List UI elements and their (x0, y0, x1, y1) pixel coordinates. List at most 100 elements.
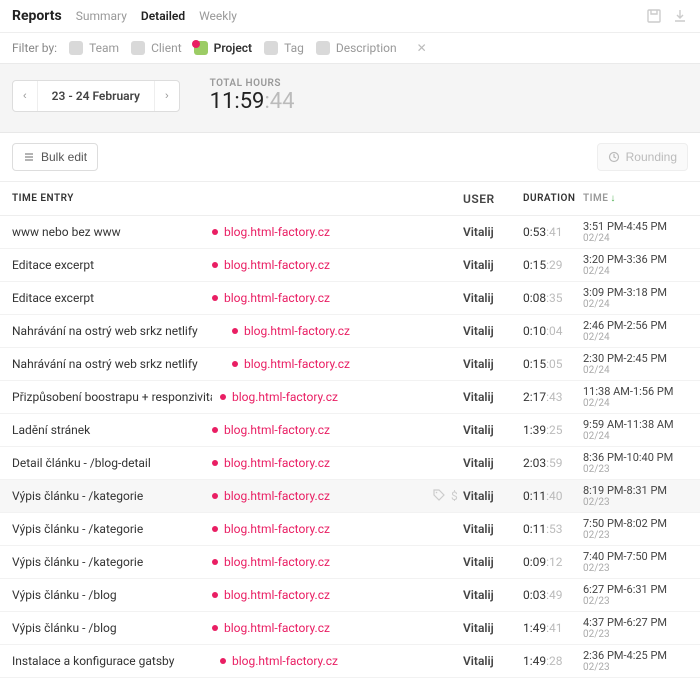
description-icon (316, 41, 330, 55)
entry-duration: 2:03:59 (523, 456, 583, 470)
bulk-edit-icon (23, 151, 35, 163)
table-row[interactable]: Výpis článku - /kategorieblog.html-facto… (0, 480, 700, 513)
entry-project[interactable]: blog.html-factory.cz (212, 291, 433, 305)
entry-time: 9:59 AM-11:38 AM02/24 (583, 418, 688, 442)
table-row[interactable]: Nahrávání na ostrý web srkz netlifyblog.… (0, 315, 700, 348)
entry-time: 2:46 PM-2:56 PM02/24 (583, 319, 688, 343)
entry-user: Vitalij (463, 654, 523, 668)
entry-project[interactable]: blog.html-factory.cz (212, 258, 433, 272)
entry-user: Vitalij (463, 357, 523, 371)
entry-project[interactable]: blog.html-factory.cz (212, 588, 433, 602)
project-color-dot (212, 262, 218, 268)
entry-duration: 2:17:43 (523, 390, 583, 404)
entry-user: Vitalij (463, 258, 523, 272)
entry-description: Ladění stránek (12, 423, 212, 437)
entry-project[interactable]: blog.html-factory.cz (212, 390, 433, 404)
project-color-dot (212, 460, 218, 466)
filter-badge-icon (192, 40, 200, 48)
entry-time: 3:09 PM-3:18 PM02/24 (583, 286, 688, 310)
entry-description: Detail článku - /blog-detail (12, 456, 212, 470)
prev-range-button[interactable]: ‹ (13, 82, 37, 110)
entry-duration: 0:15:05 (523, 357, 583, 371)
entry-description: Nahrávání na ostrý web srkz netlify (12, 324, 212, 338)
client-icon (131, 41, 145, 55)
project-color-dot (212, 229, 218, 235)
filter-project[interactable]: Project (194, 41, 252, 55)
filter-client[interactable]: Client (131, 41, 182, 55)
table-row[interactable]: Editace excerptblog.html-factory.cz$Vita… (0, 249, 700, 282)
column-user[interactable]: USER (463, 192, 523, 206)
entry-duration: 0:10:04 (523, 324, 583, 338)
entry-description: Instalace a konfigurace gatsby (12, 654, 212, 668)
entry-project[interactable]: blog.html-factory.cz (212, 225, 433, 239)
table-row[interactable]: www nebo bez wwwblog.html-factory.cz$Vit… (0, 216, 700, 249)
filter-tag[interactable]: Tag (264, 41, 304, 55)
entry-duration: 0:09:12 (523, 555, 583, 569)
entry-project[interactable]: blog.html-factory.cz (212, 489, 433, 503)
project-color-dot (212, 493, 218, 499)
table-row[interactable]: Nahrávání na ostrý web srkz netlifyblog.… (0, 348, 700, 381)
entry-user: Vitalij (463, 489, 523, 503)
entry-project[interactable]: blog.html-factory.cz (212, 357, 433, 371)
entry-duration: 0:15:29 (523, 258, 583, 272)
entry-user: Vitalij (463, 291, 523, 305)
team-icon (69, 41, 83, 55)
date-range-label[interactable]: 23 - 24 February (37, 81, 155, 111)
entry-user: Vitalij (463, 324, 523, 338)
bulk-edit-button[interactable]: Bulk edit (12, 143, 98, 171)
summary-bar: ‹ 23 - 24 February › TOTAL HOURS 11:59:4… (0, 64, 700, 133)
filter-team[interactable]: Team (69, 41, 119, 55)
entry-description: Výpis článku - /kategorie (12, 489, 212, 503)
table-row[interactable]: Výpis článku - /kategorieblog.html-facto… (0, 546, 700, 579)
entry-description: Editace excerpt (12, 258, 212, 272)
entry-project[interactable]: blog.html-factory.cz (212, 324, 433, 338)
table-row[interactable]: Detail článku - /blog-detailblog.html-fa… (0, 447, 700, 480)
tab-weekly[interactable]: Weekly (199, 9, 237, 23)
entry-project[interactable]: blog.html-factory.cz (212, 423, 433, 437)
download-icon[interactable] (672, 8, 688, 24)
table-row[interactable]: Přizpůsobení boostrapu + responzivitablo… (0, 381, 700, 414)
table-row[interactable]: Editace excerptblog.html-factory.cz$Vita… (0, 282, 700, 315)
save-report-icon[interactable] (646, 8, 662, 24)
table-body: www nebo bez wwwblog.html-factory.cz$Vit… (0, 216, 700, 678)
table-row[interactable]: Ladění stránekblog.html-factory.cz$Vital… (0, 414, 700, 447)
entry-time: 6:27 PM-6:31 PM02/23 (583, 583, 688, 607)
entry-project[interactable]: blog.html-factory.cz (212, 456, 433, 470)
project-color-dot (212, 559, 218, 565)
entry-project[interactable]: blog.html-factory.cz (212, 654, 433, 668)
filter-description[interactable]: Description (316, 41, 397, 55)
entry-user: Vitalij (463, 555, 523, 569)
entry-time: 3:51 PM-4:45 PM02/24 (583, 220, 688, 244)
date-range-picker: ‹ 23 - 24 February › (12, 80, 180, 112)
table-row[interactable]: Instalace a konfigurace gatsbyblog.html-… (0, 645, 700, 678)
column-duration[interactable]: DURATION (523, 193, 583, 204)
entry-duration: 0:53:41 (523, 225, 583, 239)
column-time[interactable]: TIME↓ (583, 193, 688, 204)
entry-description: Nahrávání na ostrý web srkz netlify (12, 357, 212, 371)
project-color-dot (212, 427, 218, 433)
tab-detailed[interactable]: Detailed (141, 9, 185, 23)
entry-user: Vitalij (463, 522, 523, 536)
entry-duration: 1:49:28 (523, 654, 583, 668)
billable-icon[interactable]: $ (451, 489, 458, 503)
entry-project[interactable]: blog.html-factory.cz (212, 555, 433, 569)
entry-duration: 0:03:49 (523, 588, 583, 602)
filter-label: Filter by: (12, 41, 57, 55)
entry-project[interactable]: blog.html-factory.cz (212, 621, 433, 635)
project-color-dot (220, 394, 226, 400)
tab-summary[interactable]: Summary (76, 9, 127, 23)
table-row[interactable]: Výpis článku - /kategorieblog.html-facto… (0, 513, 700, 546)
project-color-dot (232, 328, 238, 334)
tag-icon[interactable] (433, 489, 445, 503)
table-row[interactable]: Výpis článku - /blogblog.html-factory.cz… (0, 579, 700, 612)
rounding-button[interactable]: Rounding (597, 143, 688, 171)
next-range-button[interactable]: › (155, 82, 179, 110)
entry-description: Výpis článku - /blog (12, 621, 212, 635)
entry-time: 7:50 PM-8:02 PM02/23 (583, 517, 688, 541)
entry-duration: 0:11:53 (523, 522, 583, 536)
entry-time: 4:37 PM-6:27 PM02/23 (583, 616, 688, 640)
column-time-entry[interactable]: TIME ENTRY (12, 193, 212, 204)
entry-project[interactable]: blog.html-factory.cz (212, 522, 433, 536)
table-row[interactable]: Výpis článku - /blogblog.html-factory.cz… (0, 612, 700, 645)
clear-filter-icon[interactable]: ✕ (417, 41, 427, 55)
